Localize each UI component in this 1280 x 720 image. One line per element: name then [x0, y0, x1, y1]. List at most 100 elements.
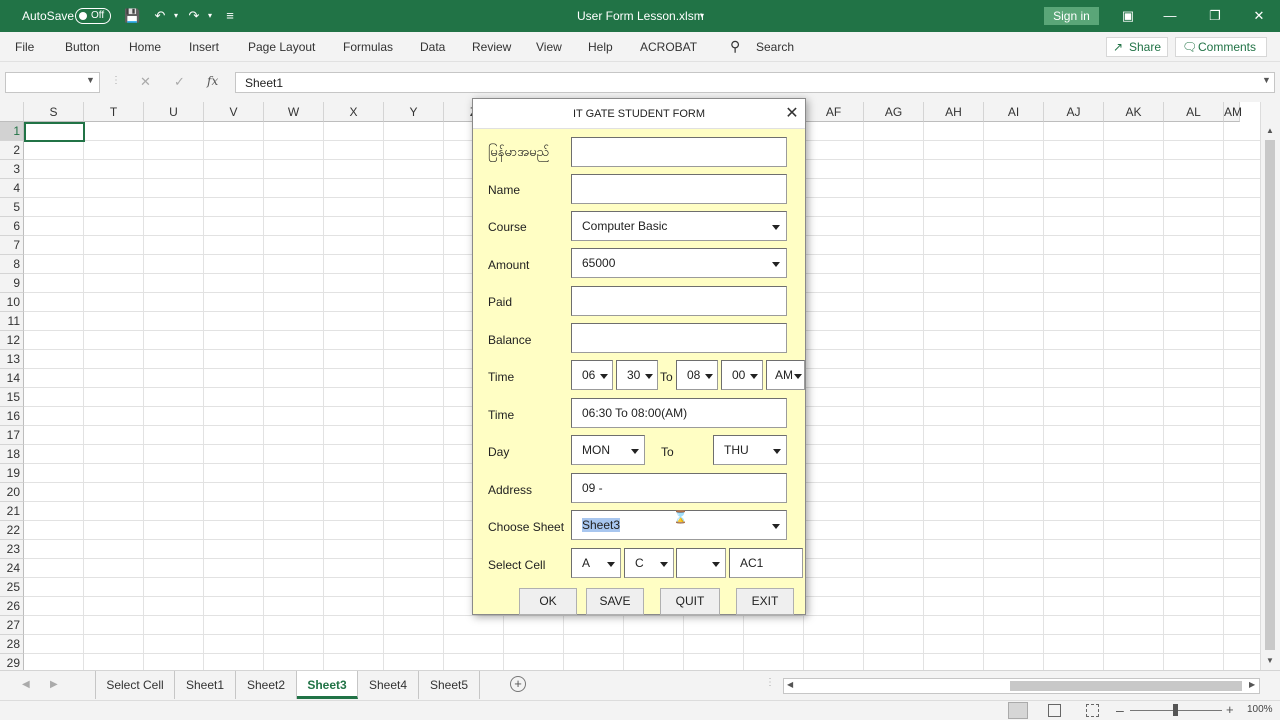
row-header[interactable]: 15 — [0, 388, 24, 407]
tab-acrobat[interactable]: ACROBAT — [640, 40, 697, 54]
column-header[interactable]: AJ — [1044, 102, 1104, 122]
redo-icon[interactable]: ↷ — [186, 8, 202, 24]
chevron-down-icon[interactable] — [703, 370, 715, 384]
name-input[interactable] — [571, 174, 787, 204]
row-header[interactable]: 22 — [0, 521, 24, 540]
chevron-down-icon[interactable] — [792, 370, 804, 384]
chevron-down-icon[interactable] — [770, 258, 782, 272]
save-button[interactable]: SAVE — [586, 588, 644, 615]
cancel-icon[interactable]: ✕ — [140, 74, 151, 90]
start-hour-combobox[interactable]: 06 — [571, 360, 613, 390]
customize-toolbar-icon[interactable]: ≡ — [222, 8, 238, 24]
tab-help[interactable]: Help — [588, 40, 613, 54]
sign-in-button[interactable]: Sign in — [1044, 7, 1099, 25]
cell-column1-combobox[interactable]: A — [571, 548, 621, 578]
row-header[interactable]: 27 — [0, 616, 24, 635]
autosave-toggle[interactable]: Off — [75, 8, 111, 24]
scroll-right-icon[interactable]: ▶ — [1249, 680, 1255, 689]
horizontal-scroll-thumb[interactable] — [1010, 681, 1242, 691]
select-all-corner[interactable] — [0, 102, 24, 122]
dialog-title-bar[interactable]: IT GATE STUDENT FORM ✕ — [473, 99, 805, 129]
zoom-in-icon[interactable]: + — [1226, 702, 1234, 717]
row-header[interactable]: 12 — [0, 331, 24, 350]
page-break-view-icon[interactable] — [1086, 704, 1099, 717]
amount-combobox[interactable]: 65000 — [571, 248, 787, 278]
restore-icon[interactable]: ❐ — [1207, 8, 1223, 24]
chevron-down-icon[interactable] — [748, 370, 760, 384]
zoom-slider-handle[interactable] — [1173, 704, 1178, 716]
chevron-down-icon[interactable] — [771, 445, 783, 459]
tab-page-layout[interactable]: Page Layout — [248, 40, 315, 54]
search-icon[interactable]: ⚲ — [730, 38, 740, 55]
next-sheet-icon[interactable]: ▶ — [50, 679, 58, 690]
row-header[interactable]: 7 — [0, 236, 24, 255]
address-input[interactable]: 09 - — [571, 473, 787, 503]
tab-home[interactable]: Home — [129, 40, 161, 54]
insert-function-icon[interactable]: fx — [207, 74, 218, 88]
scroll-up-icon[interactable]: ▲ — [1266, 126, 1274, 135]
expand-formula-icon[interactable]: ▼ — [1262, 75, 1271, 85]
active-cell[interactable] — [24, 122, 85, 142]
column-header[interactable]: Y — [384, 102, 444, 122]
sheet-tab-select-cell[interactable]: Select Cell — [95, 671, 175, 699]
exit-button[interactable]: EXIT — [736, 588, 794, 615]
chevron-down-icon[interactable] — [770, 520, 782, 534]
paid-input[interactable] — [571, 286, 787, 316]
tab-view[interactable]: View — [536, 40, 562, 54]
column-header[interactable]: AF — [804, 102, 864, 122]
row-header[interactable]: 21 — [0, 502, 24, 521]
undo-icon[interactable]: ↶ — [152, 8, 168, 24]
tab-button[interactable]: Button — [65, 40, 100, 54]
minimize-icon[interactable]: — — [1162, 8, 1178, 24]
redo-dropdown-icon[interactable]: ▾ — [202, 8, 218, 24]
cell-row-combobox[interactable] — [676, 548, 726, 578]
row-header[interactable]: 25 — [0, 578, 24, 597]
save-icon[interactable]: 💾 — [124, 8, 140, 24]
ok-button[interactable]: OK — [519, 588, 577, 615]
start-minute-combobox[interactable]: 30 — [616, 360, 658, 390]
day-to-combobox[interactable]: THU — [713, 435, 787, 465]
column-header[interactable]: W — [264, 102, 324, 122]
course-combobox[interactable]: Computer Basic — [571, 211, 787, 241]
cell-column2-combobox[interactable]: C — [624, 548, 674, 578]
sheet-tab-sheet1[interactable]: Sheet1 — [175, 671, 236, 699]
row-header[interactable]: 6 — [0, 217, 24, 236]
row-header[interactable]: 28 — [0, 635, 24, 654]
chevron-down-icon[interactable] — [598, 370, 610, 384]
horizontal-scrollbar[interactable]: ◀ ▶ — [783, 678, 1260, 694]
end-minute-combobox[interactable]: 00 — [721, 360, 763, 390]
row-header[interactable]: 2 — [0, 141, 24, 160]
row-header[interactable]: 10 — [0, 293, 24, 312]
chevron-down-icon[interactable] — [710, 558, 722, 572]
row-header[interactable]: 8 — [0, 255, 24, 274]
row-header[interactable]: 17 — [0, 426, 24, 445]
ampm-combobox[interactable]: AM — [766, 360, 805, 390]
name-box[interactable]: ▼ — [5, 72, 100, 93]
close-icon[interactable]: ✕ — [1251, 8, 1267, 24]
tab-file[interactable]: File — [15, 40, 34, 54]
zoom-out-icon[interactable]: – — [1116, 702, 1124, 718]
column-header[interactable]: AG — [864, 102, 924, 122]
row-header[interactable]: 9 — [0, 274, 24, 293]
column-header[interactable]: AH — [924, 102, 984, 122]
row-header[interactable]: 26 — [0, 597, 24, 616]
chevron-down-icon[interactable] — [643, 370, 655, 384]
row-header[interactable]: 13 — [0, 350, 24, 369]
myanmar-name-input[interactable] — [571, 137, 787, 167]
quit-button[interactable]: QUIT — [660, 588, 720, 615]
scroll-down-icon[interactable]: ▼ — [1266, 656, 1274, 665]
chevron-down-icon[interactable] — [629, 445, 641, 459]
column-header[interactable]: AI — [984, 102, 1044, 122]
add-sheet-icon[interactable]: + — [510, 676, 526, 692]
tab-split-grip-icon[interactable]: ⋮ — [765, 677, 775, 688]
row-header[interactable]: 4 — [0, 179, 24, 198]
file-title[interactable]: User Form Lesson.xlsm — [577, 9, 704, 23]
row-header[interactable]: 24 — [0, 559, 24, 578]
vertical-scrollbar[interactable]: ▲ ▼ — [1260, 102, 1280, 670]
chevron-down-icon[interactable] — [605, 558, 617, 572]
zoom-level[interactable]: 100% — [1247, 704, 1273, 715]
column-header[interactable]: S — [24, 102, 84, 122]
column-header[interactable]: AK — [1104, 102, 1164, 122]
chevron-down-icon[interactable] — [658, 558, 670, 572]
end-hour-combobox[interactable]: 08 — [676, 360, 718, 390]
